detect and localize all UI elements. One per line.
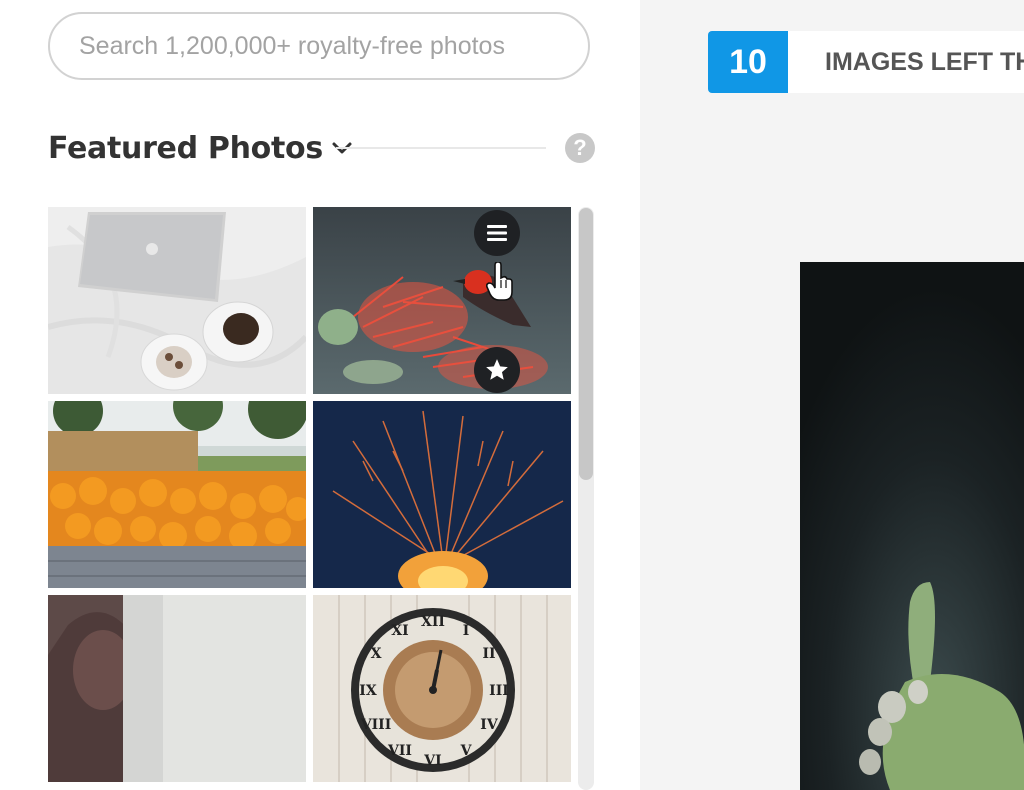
svg-text:VII: VII bbox=[387, 743, 412, 759]
images-left-count: 10 bbox=[708, 31, 788, 93]
photo-thumbnail[interactable]: XII I II III IV V VI VII VIII IX X XI bbox=[313, 595, 571, 782]
photo-thumbnail[interactable] bbox=[313, 401, 571, 588]
photo-scrollbar[interactable] bbox=[578, 207, 594, 790]
images-left-counter: 10 IMAGES LEFT TH bbox=[708, 31, 1024, 93]
svg-text:XII: XII bbox=[421, 614, 445, 630]
svg-text:V: V bbox=[460, 743, 473, 759]
svg-text:II: II bbox=[482, 646, 495, 662]
images-left-label: IMAGES LEFT TH bbox=[788, 31, 1024, 93]
svg-text:IV: IV bbox=[480, 717, 499, 733]
svg-text:VI: VI bbox=[423, 753, 441, 769]
photo-thumbnail[interactable] bbox=[48, 595, 306, 782]
star-icon[interactable] bbox=[474, 347, 520, 393]
scrollbar-thumb[interactable] bbox=[579, 208, 593, 480]
svg-text:VIII: VIII bbox=[360, 717, 392, 733]
photo-thumbnail[interactable] bbox=[48, 207, 306, 394]
hamburger-menu-icon[interactable] bbox=[474, 210, 520, 256]
featured-title[interactable]: Featured Photos bbox=[48, 131, 323, 166]
search-input[interactable] bbox=[77, 30, 551, 62]
svg-text:IX: IX bbox=[359, 683, 377, 699]
image-preview[interactable] bbox=[800, 262, 1024, 790]
svg-text:XI: XI bbox=[391, 623, 408, 639]
header-divider bbox=[336, 147, 546, 149]
featured-header[interactable]: Featured Photos ? bbox=[48, 125, 596, 171]
photo-panel: Featured Photos ? bbox=[0, 0, 640, 790]
svg-text:III: III bbox=[489, 683, 509, 699]
help-icon[interactable]: ? bbox=[565, 133, 595, 163]
svg-text:X: X bbox=[371, 646, 382, 662]
photo-thumbnail[interactable] bbox=[313, 207, 571, 394]
svg-text:I: I bbox=[463, 623, 470, 639]
search-box[interactable] bbox=[48, 12, 590, 80]
photo-thumbnail[interactable] bbox=[48, 401, 306, 588]
hand-pointer-cursor-icon bbox=[485, 261, 514, 302]
